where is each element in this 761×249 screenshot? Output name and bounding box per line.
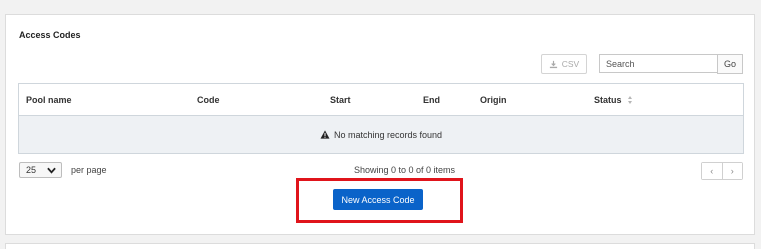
per-page-label: per page [71,165,107,175]
per-page-value: 25 [26,165,37,175]
csv-export-button[interactable]: CSV [541,54,587,74]
go-button[interactable]: Go [717,54,743,74]
sort-icon[interactable] [627,95,633,104]
next-panel-edge [5,243,755,249]
empty-message: No matching records found [333,129,443,140]
column-header-end[interactable]: End [423,95,440,105]
access-codes-table: Pool name Code Start End Origin Status N… [18,83,744,154]
column-header-pool-name[interactable]: Pool name [26,95,72,105]
prev-page-button[interactable]: ‹ [702,163,722,179]
warning-icon [320,130,330,139]
column-header-start[interactable]: Start [330,95,351,105]
download-icon [549,60,557,68]
csv-label: CSV [561,59,580,69]
panel-title: Access Codes [19,30,81,40]
column-header-status[interactable]: Status [594,95,633,105]
table-header: Pool name Code Start End Origin Status [19,84,743,116]
pagination-controls: ‹ › [701,162,743,180]
empty-table-row: No matching records found [19,116,743,153]
chevron-down-icon [47,167,56,174]
column-header-code[interactable]: Code [197,95,220,105]
new-access-code-button[interactable]: New Access Code [333,189,423,210]
status-header-label: Status [594,95,622,105]
per-page-select[interactable]: 25 [19,162,62,178]
pagination-summary: Showing 0 to 0 of 0 items [354,165,456,175]
column-header-origin[interactable]: Origin [480,95,507,105]
search-input[interactable] [599,54,718,73]
next-page-button[interactable]: › [721,163,742,179]
